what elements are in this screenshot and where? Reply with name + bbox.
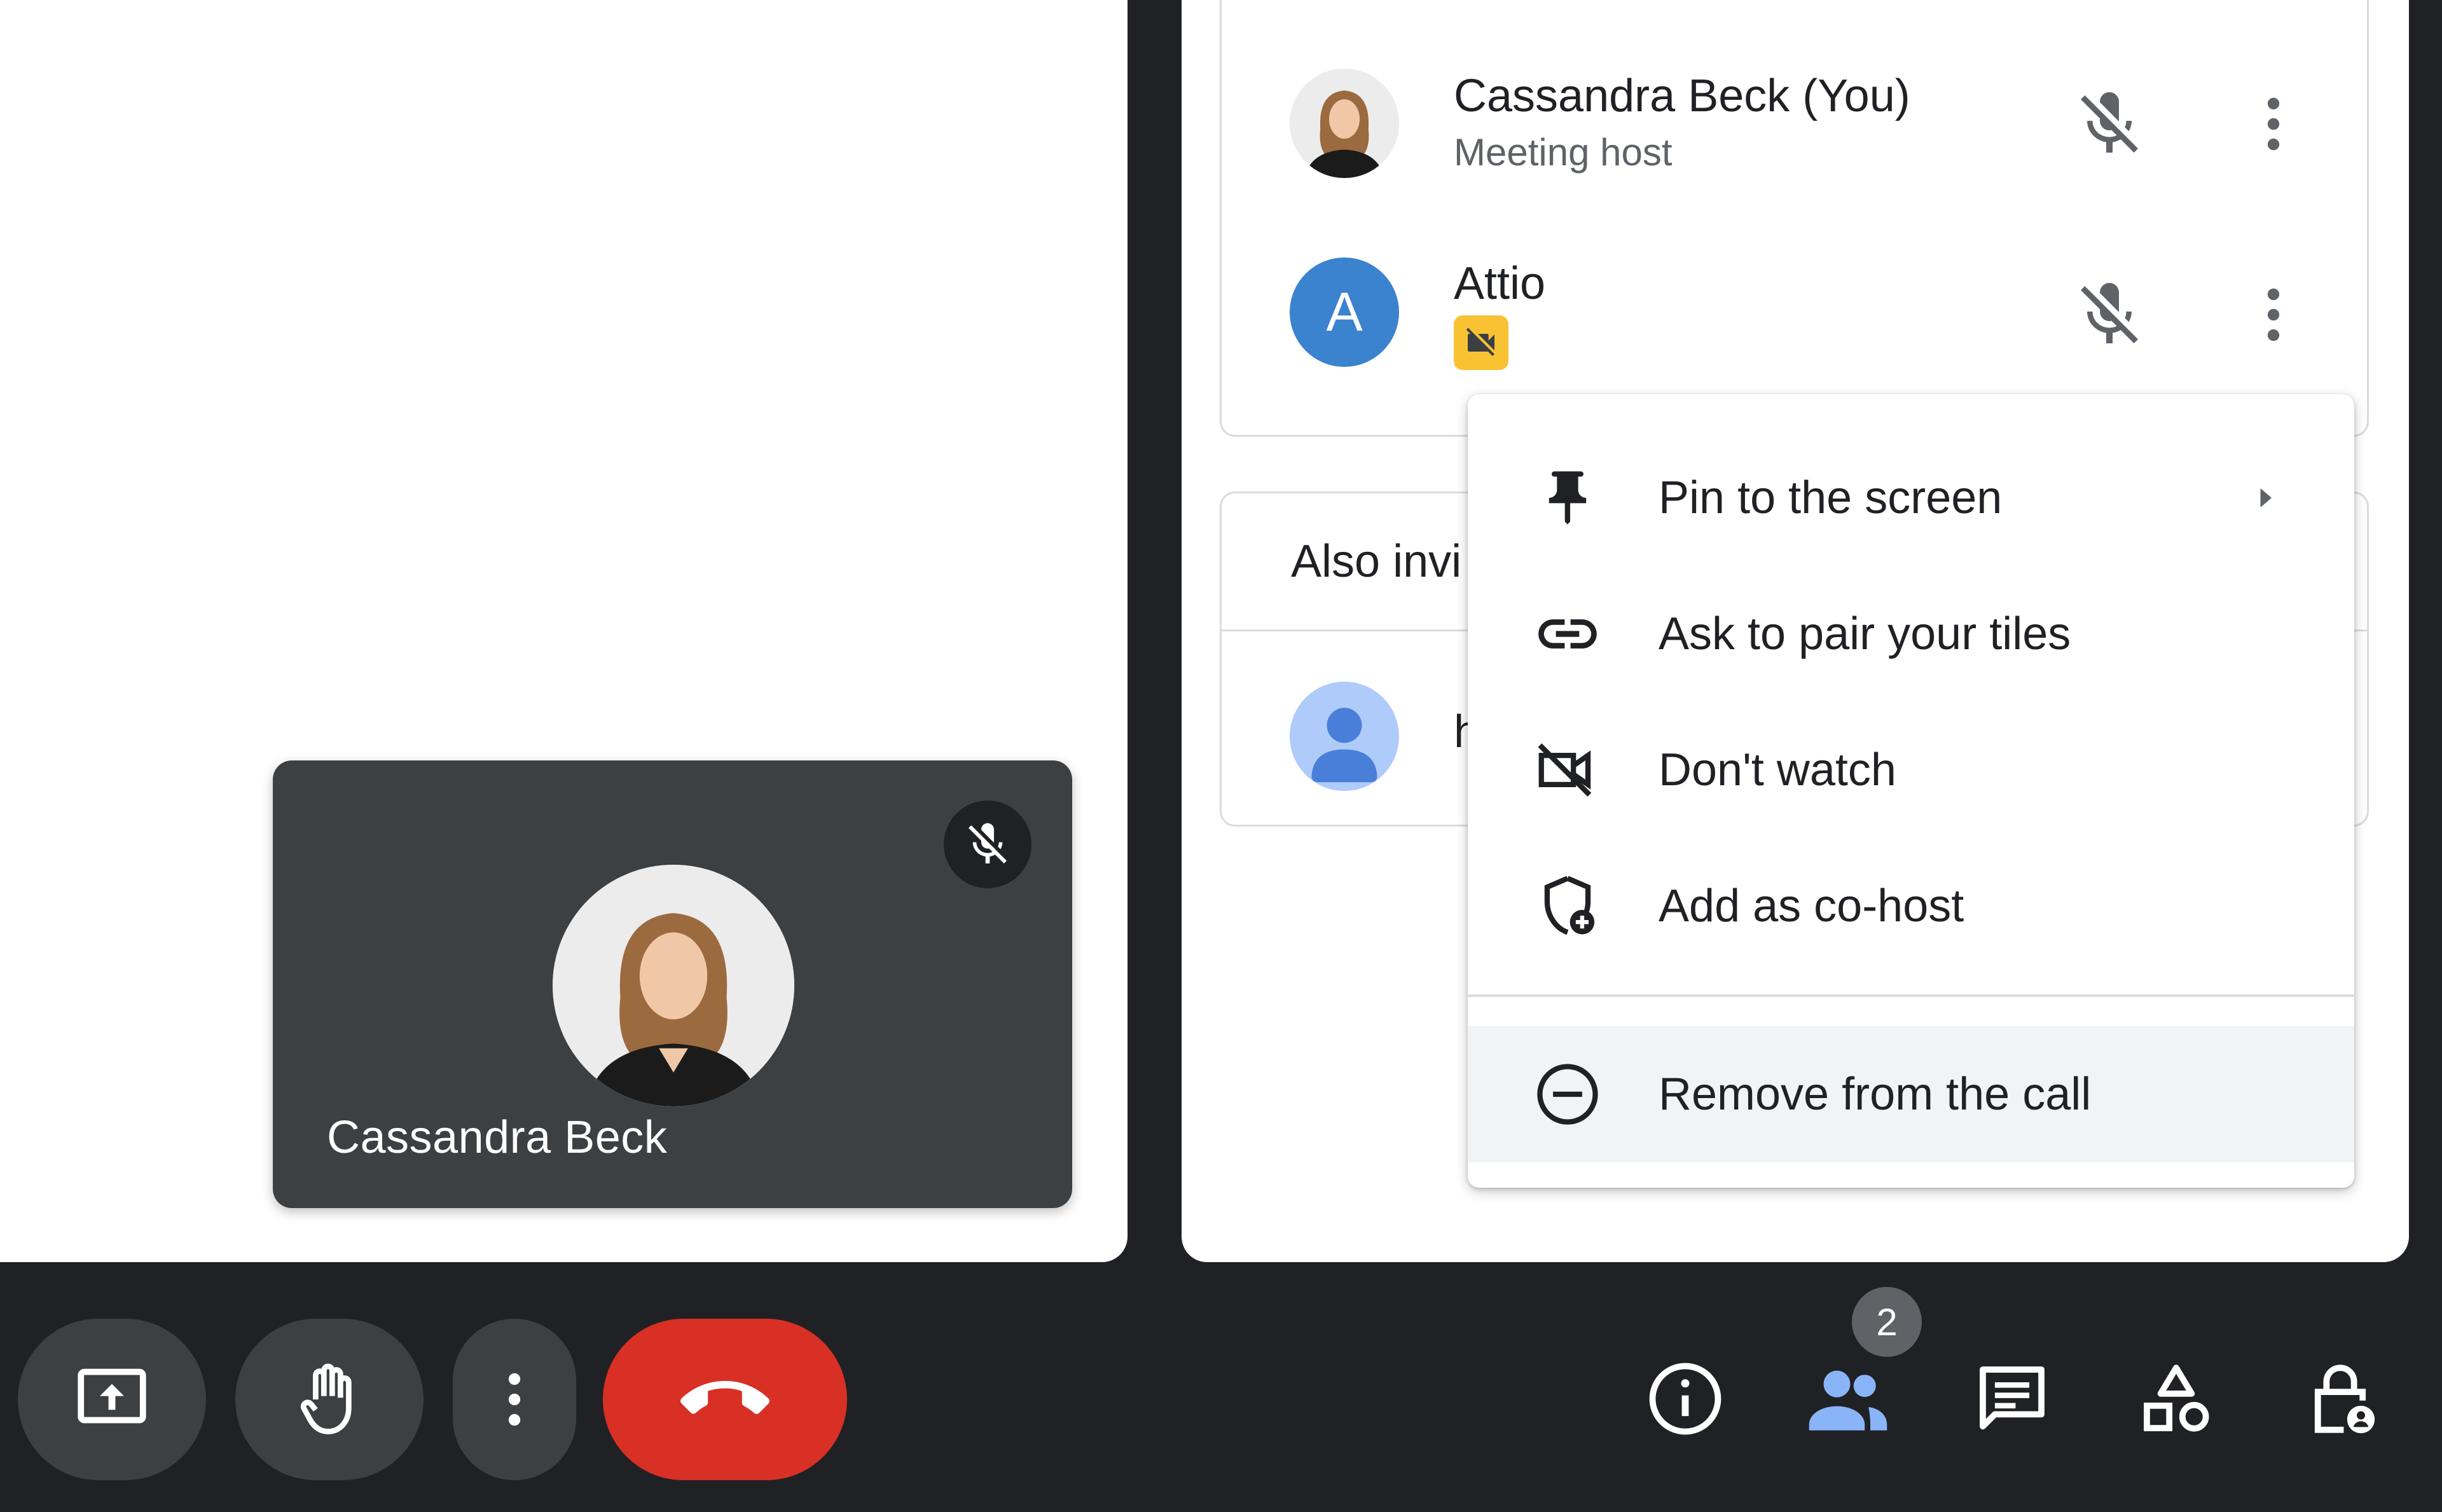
host-controls-button[interactable]: [2296, 1354, 2385, 1443]
avatar: [553, 865, 794, 1106]
menu-item-label: Pin to the screen: [1659, 472, 2003, 523]
mic-off-icon: [2068, 83, 2151, 165]
avatar: [1290, 682, 1399, 791]
present-screen-button[interactable]: [18, 1319, 206, 1480]
activities-icon: [2135, 1357, 2218, 1440]
activities-button[interactable]: [2132, 1354, 2221, 1443]
avatar: A: [1290, 258, 1399, 367]
in-call-list: [1220, 0, 2369, 437]
remove-circle-icon: [1526, 1053, 1609, 1136]
participant-name: Attio: [1454, 258, 1546, 309]
divider: [1468, 994, 2354, 997]
chat-button[interactable]: [1968, 1354, 2057, 1443]
menu-item-remove[interactable]: Remove from the call: [1468, 1026, 2354, 1162]
link-icon: [1526, 593, 1609, 675]
shield-add-icon: [1526, 865, 1609, 947]
more-vert-icon: [479, 1364, 549, 1434]
pin-icon: [1526, 457, 1609, 539]
raise-hand-button[interactable]: [235, 1319, 424, 1480]
menu-item-pair-tiles[interactable]: Ask to pair your tiles: [1468, 566, 2354, 702]
video-off-icon: [1526, 729, 1609, 811]
present-screen-icon: [71, 1358, 153, 1441]
menu-item-add-cohost[interactable]: Add as co-host: [1468, 838, 2354, 974]
chat-icon: [1971, 1357, 2053, 1440]
menu-item-label: Don't watch: [1659, 745, 1896, 795]
section-title: Also invi: [1291, 536, 1462, 587]
leave-call-button[interactable]: [603, 1319, 847, 1480]
more-vert-icon[interactable]: [2232, 273, 2315, 356]
raise-hand-icon: [288, 1358, 371, 1441]
people-count-badge: 2: [1852, 1287, 1922, 1357]
participant-role: Meeting host: [1454, 131, 1673, 174]
info-icon: [1644, 1357, 1727, 1440]
arrow-right-icon: [2240, 472, 2291, 523]
menu-item-label: Add as co-host: [1659, 881, 1964, 931]
menu-item-pin[interactable]: Pin to the screen: [1468, 430, 2354, 566]
participant-name: Cassandra Beck (You): [1454, 71, 1910, 121]
hang-up-icon: [680, 1355, 769, 1444]
mic-off-icon: [944, 801, 1031, 888]
menu-item-label: Remove from the call: [1659, 1069, 2092, 1120]
menu-item-label: Ask to pair your tiles: [1659, 608, 2071, 659]
participant-name: Cassandra Beck: [327, 1112, 668, 1163]
video-off-badge-icon: [1454, 315, 1508, 370]
menu-item-dont-watch[interactable]: Don't watch: [1468, 702, 2354, 838]
host-controls-icon: [2299, 1357, 2382, 1440]
more-vert-icon[interactable]: [2232, 83, 2315, 165]
meeting-details-button[interactable]: [1641, 1354, 1730, 1443]
more-options-button[interactable]: [453, 1319, 576, 1480]
participant-context-menu: Pin to the screen Ask to pair your tiles…: [1468, 394, 2354, 1188]
mic-off-icon: [2068, 273, 2151, 356]
people-icon: [1804, 1354, 1893, 1443]
people-button[interactable]: [1804, 1354, 1893, 1443]
avatar: [1290, 69, 1399, 178]
